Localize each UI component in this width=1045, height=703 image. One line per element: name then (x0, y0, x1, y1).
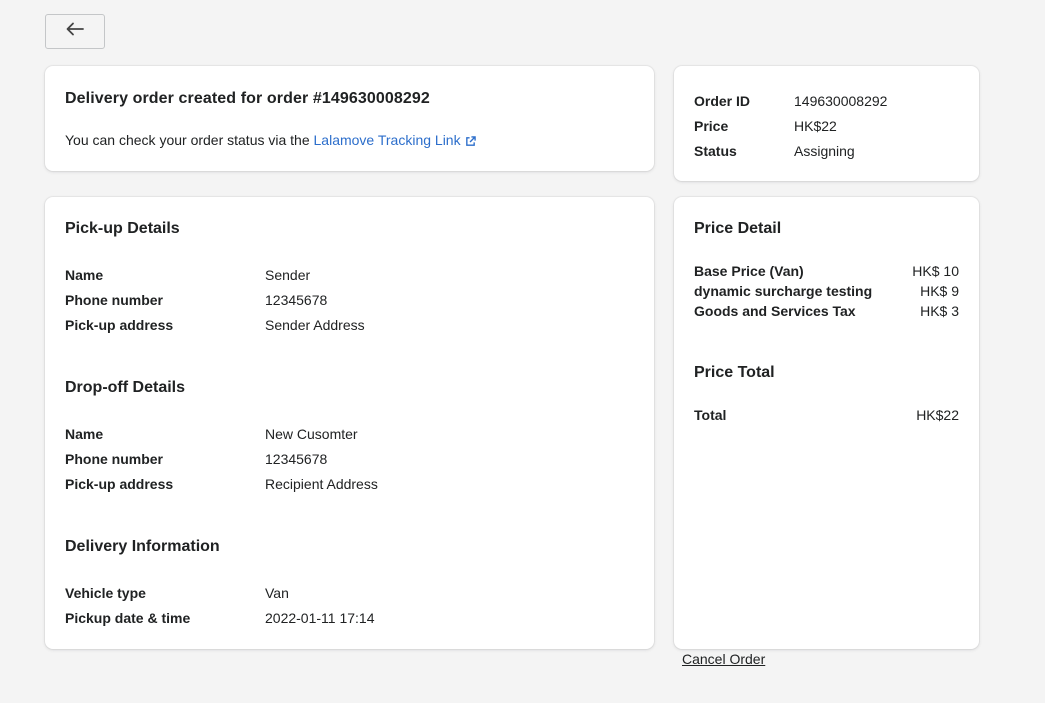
cancel-order-link[interactable]: Cancel Order (682, 649, 765, 669)
external-link-icon (465, 134, 476, 150)
price-detail-list: Base Price (Van) HK$ 10 dynamic surcharg… (694, 261, 959, 321)
total-row: Total HK$22 (694, 405, 959, 425)
pickup-section-title: Pick-up Details (65, 220, 180, 237)
pickup-address-value: Sender Address (265, 317, 365, 333)
back-button[interactable] (45, 14, 105, 49)
price-row: Base Price (Van) HK$ 10 (694, 261, 959, 281)
dropoff-name-value: New Cusomter (265, 426, 358, 442)
pickup-name-value: Sender (265, 267, 311, 283)
status-value: Assigning (794, 143, 855, 159)
price-value: HK$22 (794, 118, 837, 134)
order-summary-card: Order ID 149630008292 Price HK$22 Status… (674, 66, 979, 181)
price-total-list: Total HK$22 (694, 405, 959, 425)
dropoff-address-label: Pick-up address (65, 476, 174, 492)
price-row-value: HK$ 10 (912, 263, 959, 279)
dropoff-name-label: Name (65, 426, 104, 442)
price-row-label: dynamic surcharge testing (694, 283, 873, 299)
tracking-link[interactable]: Lalamove Tracking Link (314, 132, 476, 148)
price-row: dynamic surcharge testing HK$ 9 (694, 281, 959, 301)
price-total-title: Price Total (694, 364, 775, 381)
delivery-details-card: Pick-up Details Name Sender Phone number… (45, 197, 654, 649)
dropoff-phone-value: 12345678 (265, 451, 328, 467)
status-label: Status (694, 143, 737, 159)
dropoff-details-list: Name New Cusomter Phone number 12345678 … (65, 424, 378, 494)
pickup-datetime-value: 2022-01-11 17:14 (265, 610, 375, 626)
total-value: HK$22 (916, 407, 959, 423)
order-id-value: 149630008292 (794, 93, 888, 109)
price-row-value: HK$ 3 (920, 303, 959, 319)
vehicle-type-value: Van (265, 585, 289, 601)
pickup-name-label: Name (65, 267, 104, 283)
order-id-label: Order ID (694, 93, 751, 109)
total-label: Total (694, 407, 727, 423)
price-detail-title: Price Detail (694, 220, 782, 237)
banner-title: Delivery order created for order #149630… (65, 90, 430, 107)
banner-text: You can check your order status via the … (65, 132, 476, 150)
pickup-details-list: Name Sender Phone number 12345678 Pick-u… (65, 265, 365, 335)
price-row-label: Goods and Services Tax (694, 303, 856, 319)
pickup-datetime-label: Pickup date & time (65, 610, 191, 626)
price-row-label: Base Price (Van) (694, 263, 804, 279)
arrow-left-icon (66, 22, 84, 41)
price-detail-card: Price Detail Base Price (Van) HK$ 10 dyn… (674, 197, 979, 649)
price-row: Goods and Services Tax HK$ 3 (694, 301, 959, 321)
pickup-address-label: Pick-up address (65, 317, 174, 333)
delivery-info-section-title: Delivery Information (65, 538, 220, 555)
vehicle-type-label: Vehicle type (65, 585, 146, 601)
order-summary-list: Order ID 149630008292 Price HK$22 Status… (694, 91, 887, 161)
pickup-phone-label: Phone number (65, 292, 164, 308)
banner-text-prefix: You can check your order status via the (65, 132, 314, 148)
price-label: Price (694, 118, 729, 134)
price-row-value: HK$ 9 (920, 283, 959, 299)
dropoff-phone-label: Phone number (65, 451, 164, 467)
order-created-banner: Delivery order created for order #149630… (45, 66, 654, 171)
tracking-link-label: Lalamove Tracking Link (313, 132, 461, 148)
pickup-phone-value: 12345678 (265, 292, 328, 308)
dropoff-section-title: Drop-off Details (65, 379, 185, 396)
dropoff-address-value: Recipient Address (265, 476, 378, 492)
delivery-info-list: Vehicle type Van Pickup date & time 2022… (65, 583, 375, 628)
